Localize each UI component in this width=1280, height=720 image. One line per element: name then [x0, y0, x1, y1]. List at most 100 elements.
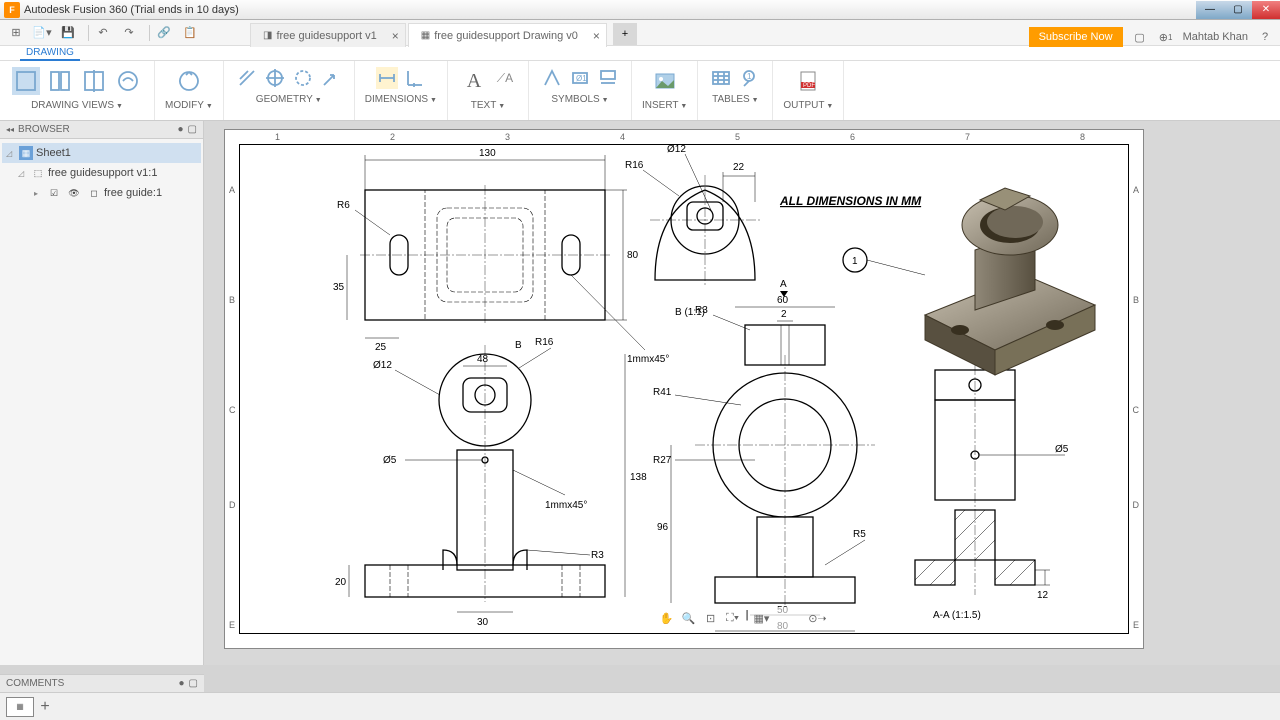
- subscribe-button[interactable]: Subscribe Now: [1029, 27, 1123, 47]
- browser-panel: ◂◂ BROWSER ● ▢ ◿ ▦ Sheet1 ◿ ⬚ free guide…: [0, 121, 204, 665]
- insert-label[interactable]: INSERT: [638, 99, 691, 112]
- workspace-mode-bar: DRAWING: [0, 46, 1280, 61]
- leader-text-icon[interactable]: ⟋A: [494, 67, 516, 89]
- browser-title: BROWSER: [18, 124, 70, 135]
- insert-image-icon[interactable]: [651, 67, 679, 95]
- document-tabs: ◨ free guidesupport v1 × ▦ free guidesup…: [250, 23, 637, 47]
- body-icon: ◻: [87, 186, 101, 200]
- surface-icon[interactable]: [541, 67, 563, 89]
- tab-close-icon[interactable]: ×: [392, 29, 399, 43]
- drawing-canvas[interactable]: 1 2 3 4 5 6 7 8 A B C D E A B C D E: [204, 121, 1280, 665]
- expand-icon[interactable]: ▸: [34, 189, 44, 198]
- close-button[interactable]: ✕: [1252, 1, 1280, 19]
- tree-label: free guide:1: [104, 187, 162, 199]
- tree-component[interactable]: ◿ ⬚ free guidesupport v1:1: [2, 163, 201, 183]
- help-icon[interactable]: ?: [1256, 28, 1274, 46]
- pdf-icon[interactable]: PDF: [794, 67, 822, 95]
- undo-icon[interactable]: ↶: [93, 24, 113, 42]
- svg-text:20: 20: [335, 577, 347, 588]
- svg-text:Ø5: Ø5: [1055, 444, 1069, 455]
- output-label[interactable]: OUTPUT: [779, 99, 837, 112]
- svg-text:Ø5: Ø5: [383, 455, 397, 466]
- maximize-button[interactable]: ▢: [1224, 1, 1252, 19]
- username-label[interactable]: Mahtab Khan: [1183, 31, 1248, 43]
- line-icon[interactable]: [236, 67, 258, 89]
- tree-body[interactable]: ▸ ☑ 👁 ◻ free guide:1: [2, 183, 201, 203]
- redo-icon[interactable]: ↷: [119, 24, 139, 42]
- browser-tree: ◿ ▦ Sheet1 ◿ ⬚ free guidesupport v1:1 ▸ …: [0, 139, 203, 207]
- expand-icon[interactable]: ◿: [18, 169, 28, 178]
- svg-text:R41: R41: [653, 387, 672, 398]
- svg-text:ALL DIMENSIONS IN MM: ALL DIMENSIONS IN MM: [779, 194, 922, 208]
- add-sheet-button[interactable]: +: [34, 696, 56, 718]
- tab-label: free guidesupport Drawing v0: [434, 30, 578, 42]
- comments-options-icon[interactable]: ●: [179, 678, 185, 689]
- datum-icon[interactable]: Ø1: [569, 67, 591, 89]
- svg-text:R5: R5: [853, 529, 866, 540]
- centerline-icon[interactable]: [292, 67, 314, 89]
- text-icon[interactable]: A: [460, 67, 488, 95]
- minimize-button[interactable]: —: [1196, 1, 1224, 19]
- tree-sheet[interactable]: ◿ ▦ Sheet1: [2, 143, 201, 163]
- browser-header[interactable]: ◂◂ BROWSER ● ▢: [0, 121, 203, 139]
- detail-view-icon[interactable]: [114, 67, 142, 95]
- text-label[interactable]: TEXT: [467, 99, 509, 112]
- svg-text:Ø12: Ø12: [667, 144, 686, 155]
- svg-text:25: 25: [375, 342, 387, 353]
- panel-close-icon[interactable]: ▢: [188, 124, 197, 135]
- extensions-icon[interactable]: ▢: [1131, 28, 1149, 46]
- expand-icon[interactable]: ◿: [6, 149, 16, 158]
- base-view-icon[interactable]: [12, 67, 40, 95]
- tables-label[interactable]: TABLES: [708, 93, 762, 106]
- save-icon[interactable]: 💾: [58, 24, 78, 42]
- ordinate-icon[interactable]: [404, 67, 426, 89]
- tab-close-icon[interactable]: ×: [593, 29, 600, 43]
- table-icon[interactable]: [710, 67, 732, 89]
- modify-label[interactable]: MODIFY: [161, 99, 217, 112]
- move-icon[interactable]: [175, 67, 203, 95]
- eye-icon[interactable]: 👁: [67, 186, 81, 200]
- fit-icon[interactable]: ⛶▾: [724, 609, 742, 627]
- svg-text:A-A (1:1.5): A-A (1:1.5): [933, 610, 981, 621]
- mode-drawing[interactable]: DRAWING: [20, 46, 80, 61]
- model-icon: ◨: [263, 30, 272, 41]
- balloon-icon[interactable]: 1: [738, 67, 760, 89]
- drawing-views-label[interactable]: DRAWING VIEWS: [27, 99, 127, 112]
- svg-text:138: 138: [630, 472, 647, 483]
- grid-icon[interactable]: ⊞: [6, 24, 26, 42]
- display-icon[interactable]: ▦▾: [752, 609, 770, 627]
- collapse-icon[interactable]: ◂◂: [6, 125, 14, 134]
- view-controls: ✋ 🔍 ⊡ ⛶▾ | ▦▾ ⊙➝: [654, 607, 831, 629]
- notifications-icon[interactable]: ⊕1: [1157, 28, 1175, 46]
- add-tab-button[interactable]: +: [613, 23, 637, 45]
- file-icon[interactable]: 📄▾: [32, 24, 52, 42]
- sheet-thumbnail[interactable]: ▦: [6, 697, 34, 717]
- tab-model[interactable]: ◨ free guidesupport v1 ×: [250, 23, 406, 47]
- visibility-icon[interactable]: ☑: [47, 186, 61, 200]
- edge-ext-icon[interactable]: [320, 67, 342, 89]
- geometry-label[interactable]: GEOMETRY: [252, 93, 326, 106]
- svg-text:1: 1: [747, 72, 752, 81]
- zoom-window-icon[interactable]: ⊡: [702, 609, 720, 627]
- dimension-icon[interactable]: [376, 67, 398, 89]
- svg-text:R16: R16: [535, 337, 554, 348]
- section-view-icon[interactable]: [80, 67, 108, 95]
- projected-view-icon[interactable]: [46, 67, 74, 95]
- projection-icon[interactable]: ⊙➝: [808, 609, 826, 627]
- app-icon: F: [4, 2, 20, 18]
- feature-frame-icon[interactable]: [597, 67, 619, 89]
- centermark-icon[interactable]: [264, 67, 286, 89]
- symbols-label[interactable]: SYMBOLS: [547, 93, 612, 106]
- pan-icon[interactable]: ✋: [658, 609, 676, 627]
- link-icon[interactable]: 🔗: [154, 24, 174, 42]
- zoom-icon[interactable]: 🔍: [680, 609, 698, 627]
- account-bar: Subscribe Now ▢ ⊕1 Mahtab Khan ?: [1029, 27, 1274, 47]
- dimensions-label[interactable]: DIMENSIONS: [361, 93, 441, 106]
- tab-drawing[interactable]: ▦ free guidesupport Drawing v0 ×: [408, 23, 607, 47]
- comments-expand-icon[interactable]: ▢: [189, 678, 198, 689]
- comments-header[interactable]: COMMENTS ● ▢: [0, 674, 204, 692]
- comments-title: COMMENTS: [6, 678, 64, 689]
- svg-text:PDF: PDF: [803, 83, 815, 89]
- panel-options-icon[interactable]: ●: [178, 124, 184, 135]
- sheet-icon[interactable]: 📋: [180, 24, 200, 42]
